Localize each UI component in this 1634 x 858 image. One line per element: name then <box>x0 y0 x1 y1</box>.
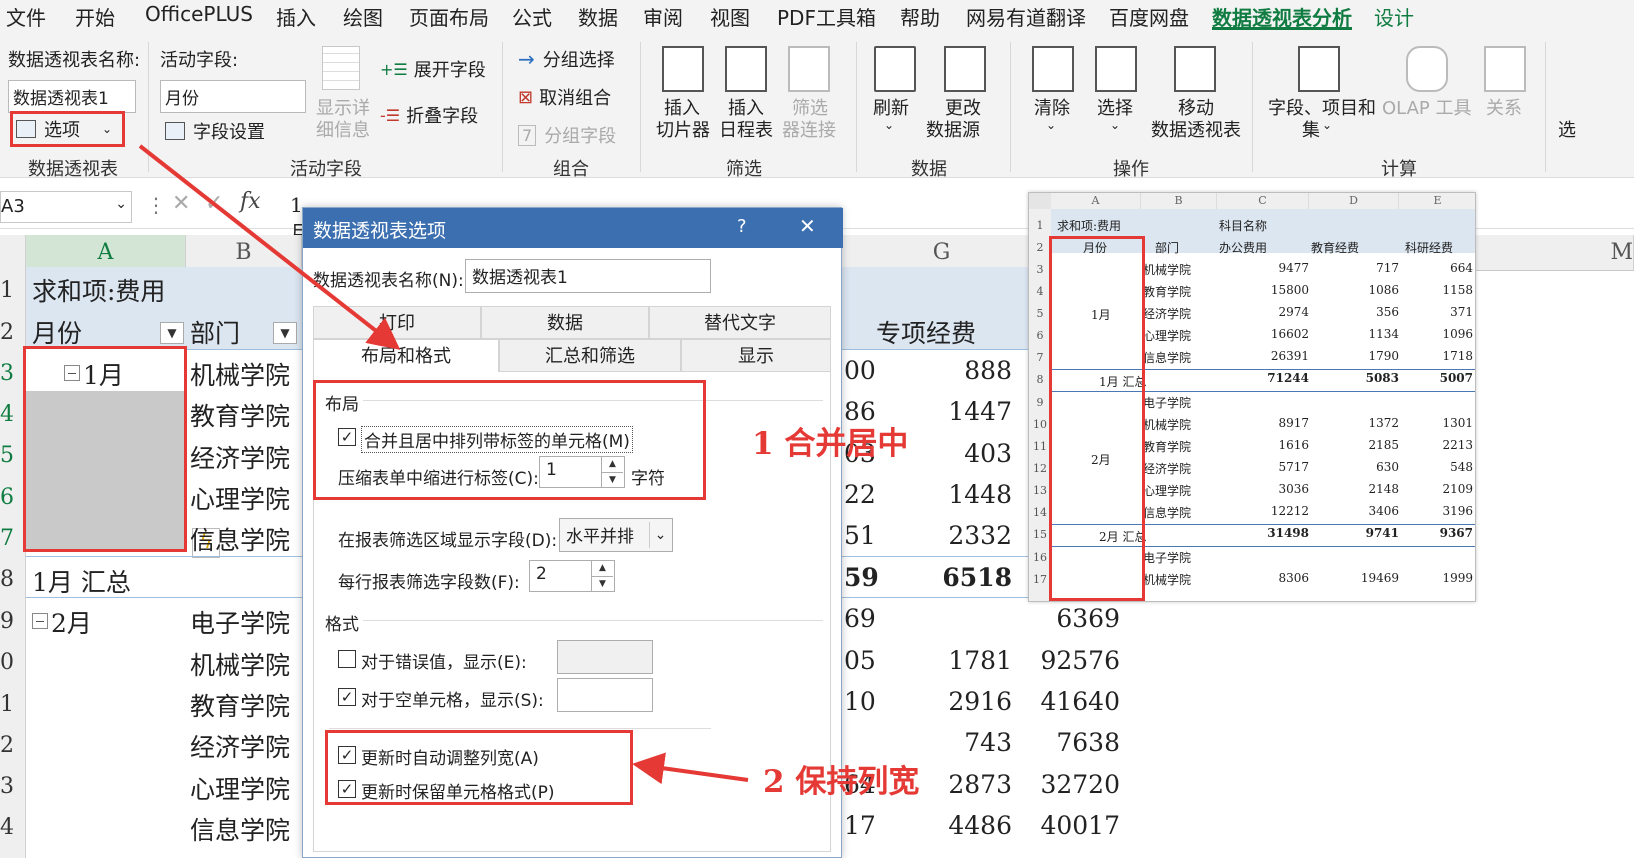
mini-value-cell: 1790 <box>1368 349 1399 363</box>
mini-value-cell: 3196 <box>1442 504 1473 518</box>
mini-row-number: 2 <box>1029 241 1051 254</box>
mini-dept-cell: 心理学院 <box>1143 329 1192 343</box>
mini-dept-cell: 电子学院 <box>1143 551 1192 565</box>
mini-corner <box>1029 193 1051 209</box>
mini-dept-cell: 机械学院 <box>1143 418 1192 432</box>
mini-row-number: 6 <box>1029 329 1051 342</box>
mini-row-number: 3 <box>1029 263 1051 276</box>
mini-value-cell: 9367 <box>1439 526 1473 540</box>
mini-row-number: 5 <box>1029 307 1051 320</box>
mini-value-cell: 2974 <box>1278 305 1309 319</box>
mini-highlight-month-column <box>1049 236 1145 601</box>
mini-value-cell: 1999 <box>1442 571 1473 585</box>
mini-row-number: 1 <box>1029 219 1051 232</box>
mini-value-cell: 1372 <box>1368 416 1399 430</box>
mini-value-cell: 12212 <box>1270 504 1309 518</box>
mini-value-cell: 16602 <box>1270 327 1309 341</box>
mini-dept-cell: 心理学院 <box>1143 484 1192 498</box>
mini-dept-cell: 经济学院 <box>1143 307 1192 321</box>
mini-dept-cell: 机械学院 <box>1143 573 1192 587</box>
mini-value-cell: 8306 <box>1278 571 1309 585</box>
mini-value-cell: 548 <box>1450 460 1473 474</box>
mini-row-number: 4 <box>1029 285 1051 298</box>
mini-dept-cell: 教育学院 <box>1143 440 1192 454</box>
mini-value-cell: 3406 <box>1368 504 1399 518</box>
mini-value-cell: 71244 <box>1267 371 1309 385</box>
mini-dept-cell: 经济学院 <box>1143 462 1192 476</box>
mini-value-cell: 717 <box>1376 261 1399 275</box>
mini-value-cell: 1134 <box>1368 327 1399 341</box>
mini-value-cell: 8917 <box>1278 416 1309 430</box>
mini-row-number: 9 <box>1029 396 1051 409</box>
mini-row-number: 8 <box>1029 373 1051 386</box>
mini-row-number: 15 <box>1029 528 1051 541</box>
mini-dept-cell: 电子学院 <box>1143 396 1192 410</box>
mini-value-cell: 630 <box>1376 460 1399 474</box>
mini-row-number: 12 <box>1029 462 1051 475</box>
mini-value-cell: 2109 <box>1442 482 1473 496</box>
mini-value-cell: 9477 <box>1278 261 1309 275</box>
mini-value-cell: 5007 <box>1439 371 1473 385</box>
mini-dept-cell: 教育学院 <box>1143 285 1192 299</box>
mini-col-e: E <box>1399 193 1475 209</box>
mini-value-cell: 2185 <box>1368 438 1399 452</box>
mini-row-number: 17 <box>1029 573 1051 586</box>
mini-col-e-header: 科研经费 <box>1405 241 1454 255</box>
mini-value-cell: 5717 <box>1278 460 1309 474</box>
mini-value-cell: 1096 <box>1442 327 1473 341</box>
mini-value-cell: 2148 <box>1368 482 1399 496</box>
mini-col-a: A <box>1051 193 1141 209</box>
mini-value-cell: 19469 <box>1360 571 1399 585</box>
mini-value-cell: 371 <box>1450 305 1473 319</box>
mini-value-cell: 1718 <box>1442 349 1473 363</box>
mini-dept-cell: 信息学院 <box>1143 351 1192 365</box>
mini-value-cell: 1616 <box>1278 438 1309 452</box>
mini-value-cell: 1301 <box>1442 416 1473 430</box>
mini-col-d: D <box>1309 193 1399 209</box>
mini-row-number: 13 <box>1029 484 1051 497</box>
mini-sum-label: 求和项:费用 <box>1057 219 1122 233</box>
mini-col-b: B <box>1141 193 1217 209</box>
mini-col-c: C <box>1217 193 1309 209</box>
mini-col-d-header: 教育经费 <box>1311 241 1360 255</box>
mini-value-cell: 5083 <box>1365 371 1399 385</box>
arrow-keep-width <box>632 752 749 785</box>
mini-dept-cell: 信息学院 <box>1143 506 1192 520</box>
mini-value-cell: 15800 <box>1270 283 1309 297</box>
mini-value-cell: 26391 <box>1270 349 1309 363</box>
mini-value-cell: 31498 <box>1267 526 1309 540</box>
mini-value-cell: 664 <box>1450 261 1473 275</box>
mini-dept-header: 部门 <box>1155 241 1180 255</box>
mini-value-cell: 356 <box>1376 305 1399 319</box>
mini-row-number: 16 <box>1029 551 1051 564</box>
result-preview-sheet: A B C D E 1 2 3 4 5 6 7 8 9 10 11 12 13 … <box>1028 192 1476 602</box>
mini-row-number: 10 <box>1029 418 1051 431</box>
mini-dept-cell: 机械学院 <box>1143 263 1192 277</box>
mini-value-cell: 3036 <box>1278 482 1309 496</box>
mini-value-cell: 2213 <box>1442 438 1473 452</box>
mini-value-cell: 1086 <box>1368 283 1399 297</box>
mini-value-cell: 1158 <box>1442 283 1473 297</box>
mini-row-number: 7 <box>1029 351 1051 364</box>
mini-col-c-header: 办公费用 <box>1219 241 1268 255</box>
mini-subject-label: 科目名称 <box>1219 219 1268 233</box>
mini-value-cell: 9741 <box>1365 526 1399 540</box>
mini-row-number: 11 <box>1029 440 1051 453</box>
arrow-options-to-tab <box>138 144 401 350</box>
mini-row-number: 14 <box>1029 506 1051 519</box>
